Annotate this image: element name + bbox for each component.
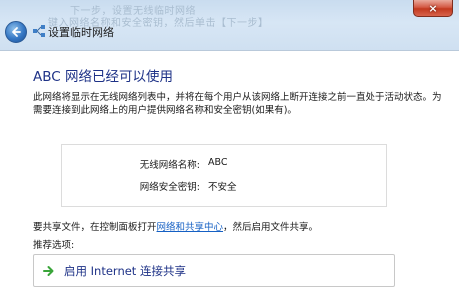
back-button[interactable] [5,21,27,43]
share-suffix: ，然后启用文件共享。 [223,222,319,233]
wizard-content: ABC 网络已经可以使用 此网络将显示在无线网络列表中，并将在每个用户从该网络上… [0,50,459,300]
green-arrow-icon [43,265,54,276]
security-key-label: 网络安全密钥: [139,182,200,193]
network-info-box: 无线网络名称: ABC 网络安全密钥: 不安全 [61,144,387,207]
window-title: 设置临时网络 [48,26,114,39]
security-key-value: 不安全 [208,182,237,193]
network-sharing-center-link[interactable]: 网络和共享中心 [157,222,224,233]
partially-hidden-option [33,296,183,300]
command-link-label: 启用 Internet 连接共享 [64,263,186,278]
close-icon: × [428,1,438,15]
page-description: 此网络将显示在无线网络列表中，并将在每个用户从该网络上断开连接之前一直处于活动状… [33,92,442,116]
network-name-label: 无线网络名称: [139,160,200,171]
back-arrow-icon [12,27,21,37]
network-name-value: ABC [208,157,228,168]
title-bar: 下一步，设置无线临时网络 键入网络名称和安全密钥，然后单击【下一步】 × 设置临… [0,0,459,50]
enable-ics-command-link[interactable]: 启用 Internet 连接共享 [33,254,395,287]
share-prefix: 要共享文件，在控制面板打开 [33,222,157,233]
network-icon [33,25,45,37]
recommended-options-label: 推荐选项: [33,240,75,251]
share-instructions: 要共享文件，在控制面板打开网络和共享中心，然后启用文件共享。 [33,219,318,233]
page-headline: ABC 网络已经可以使用 [33,69,173,85]
close-button[interactable]: × [413,0,453,17]
